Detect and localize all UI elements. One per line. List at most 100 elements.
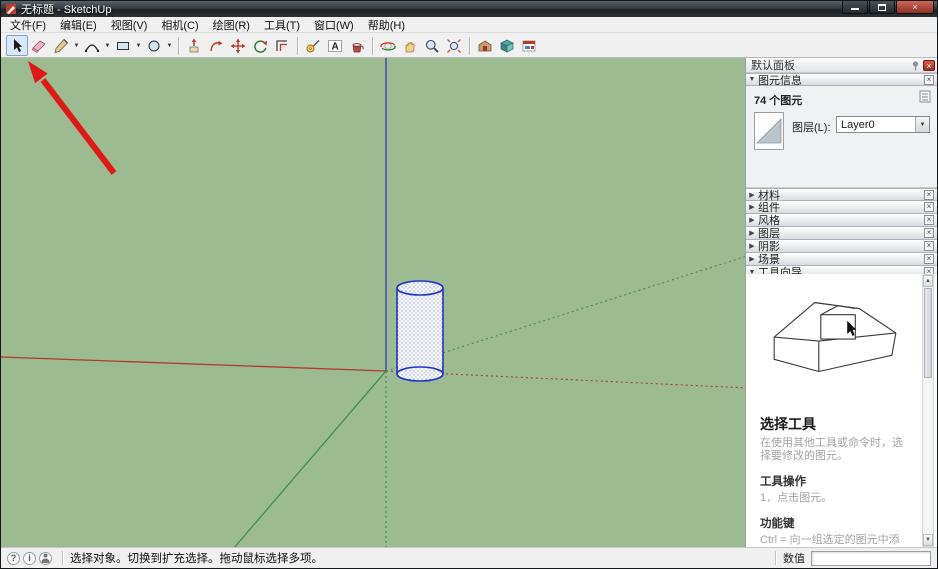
scrollbar-thumb[interactable] [924,288,932,378]
menu-item-file[interactable]: 文件(F) [3,16,53,34]
move-tool-button[interactable] [227,35,249,56]
menu-item-tools[interactable]: 工具(T) [257,16,307,34]
status-help-icon[interactable]: ? [7,552,20,565]
toolbar-separator [372,37,373,55]
section-close-icon[interactable]: × [924,228,934,238]
pan-tool-button[interactable] [399,35,421,56]
section-close-icon[interactable]: × [924,254,934,264]
material-thumbnail[interactable] [754,112,784,150]
instructor-illustration [762,288,904,382]
zoom-icon [424,38,440,54]
statusbar: ? i 选择对象。切换到扩充选择。拖动鼠标选择多项。 数值 [1,547,937,568]
component-icon [499,38,515,54]
viewport-canvas[interactable] [1,58,747,549]
section-close-icon[interactable]: × [924,202,934,212]
expand-arrow-icon[interactable]: ▶ [746,216,758,224]
rotate-tool-button[interactable] [249,35,271,56]
instructor-description: 在使用其他工具或命令时，选择要修改的图元。 [760,437,907,463]
cylinder-entity[interactable] [397,281,443,381]
circle-tool-button[interactable] [143,35,165,56]
move-icon [230,38,246,54]
orbit-icon [380,38,396,54]
circle-tool-dropdown[interactable]: ▼ [165,35,174,56]
tape-measure-icon [305,38,321,54]
expand-arrow-icon[interactable]: ▶ [746,229,758,237]
statusbar-separator [775,551,776,565]
push-pull-tool-button[interactable] [183,35,205,56]
rotate-icon [252,38,268,54]
expand-arrow-icon[interactable]: ▶ [746,255,758,263]
eraser-tool-button[interactable] [28,35,50,56]
layer-dropdown[interactable]: Layer0 ▼ [836,116,930,133]
follow-me-tool-button[interactable] [205,35,227,56]
toolbar: ▼ ▼ ▼ ▼ A [1,34,937,58]
menu-item-draw[interactable]: 绘图(R) [206,16,257,34]
model-scene [1,58,747,549]
app-icon [5,3,17,15]
menubar: 文件(F) 编辑(E) 视图(V) 相机(C) 绘图(R) 工具(T) 窗口(W… [1,17,937,33]
follow-me-icon [208,38,224,54]
section-entity-info[interactable]: ▼ 图元信息 × [746,73,937,86]
push-pull-icon [186,38,202,54]
offset-tool-button[interactable] [271,35,293,56]
status-info-icon[interactable]: i [23,552,36,565]
instructor-keys-heading: 功能键 [760,515,907,531]
select-tool-button[interactable] [6,35,28,56]
chevron-down-icon: ▼ [74,43,80,49]
expand-arrow-icon[interactable]: ▶ [746,242,758,250]
section-close-icon[interactable]: × [924,75,934,85]
measurements-label: 数值 [783,550,805,566]
menu-item-help[interactable]: 帮助(H) [361,16,412,34]
instructor-title: 选择工具 [760,414,907,434]
status-message: 选择对象。切换到扩充选择。拖动鼠标选择多项。 [70,550,323,566]
line-tool-button[interactable] [50,35,72,56]
rectangle-tool-button[interactable] [112,35,134,56]
rectangle-tool-dropdown[interactable]: ▼ [134,35,143,56]
close-button[interactable]: × [896,1,934,14]
3d-warehouse-icon [477,38,493,54]
zoom-extents-tool-button[interactable] [443,35,465,56]
pin-icon[interactable] [910,60,921,71]
expand-arrow-icon[interactable]: ▶ [746,203,758,211]
3d-warehouse-button[interactable] [474,35,496,56]
arc-tool-button[interactable] [81,35,103,56]
tray-close-button[interactable]: × [923,60,935,71]
arc-tool-dropdown[interactable]: ▼ [103,35,112,56]
scroll-up-button[interactable]: ▲ [923,275,933,287]
close-icon: × [912,3,917,12]
status-person-icon[interactable] [39,552,52,565]
menu-item-edit[interactable]: 编辑(E) [53,16,104,34]
chevron-down-icon: ▼ [136,43,142,49]
arc-icon [84,38,100,54]
section-close-icon[interactable]: × [924,190,934,200]
zoom-tool-button[interactable] [421,35,443,56]
expand-arrow-icon[interactable]: ▼ [746,76,758,83]
orbit-tool-button[interactable] [377,35,399,56]
maximize-button[interactable] [869,1,895,14]
scroll-down-button[interactable]: ▼ [923,534,933,546]
minimize-icon [851,8,859,10]
text-tool-button[interactable]: A [324,35,346,56]
entity-details-icon[interactable] [919,90,931,103]
minimize-button[interactable] [842,1,868,14]
entity-info-panel: 74 个图元 图层(L): Layer0 ▼ [746,86,937,188]
tape-measure-tool-button[interactable] [302,35,324,56]
statusbar-separator [62,551,63,565]
measurements-input[interactable] [811,551,931,566]
offset-icon [274,38,290,54]
section-close-icon[interactable]: × [924,215,934,225]
share-model-button[interactable] [518,35,540,56]
chevron-down-icon: ▼ [167,43,173,49]
menu-item-view[interactable]: 视图(V) [104,16,155,34]
section-close-icon[interactable]: × [924,241,934,251]
expand-arrow-icon[interactable]: ▶ [746,191,758,199]
menu-item-camera[interactable]: 相机(C) [154,16,205,34]
paint-bucket-tool-button[interactable] [346,35,368,56]
component-browser-button[interactable] [496,35,518,56]
instructor-scrollbar[interactable]: ▲ ▼ [922,274,934,547]
menu-item-window[interactable]: 窗口(W) [307,16,361,34]
maximize-icon [878,4,886,11]
line-tool-dropdown[interactable]: ▼ [72,35,81,56]
layer-value: Layer0 [837,119,915,131]
sketchup-window: 无标题 - SketchUp × 文件(F) 编辑(E) 视图(V) 相机(C)… [0,0,938,569]
